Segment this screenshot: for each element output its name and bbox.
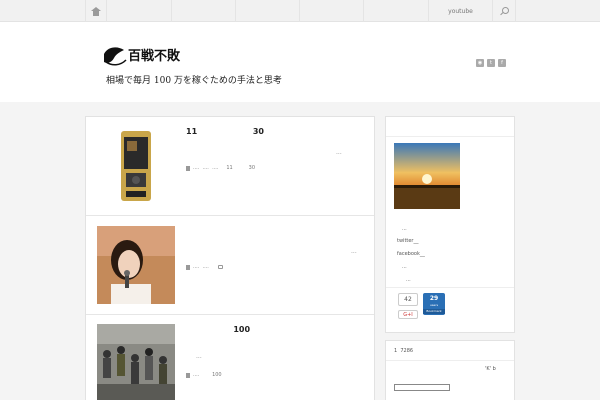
rss-icon[interactable]: ◉ [476, 59, 484, 67]
nav-item[interactable] [171, 0, 235, 22]
site-logo[interactable]: 百戦不敗 [102, 40, 192, 70]
list-item[interactable]: 100 ... .... 100 [86, 315, 374, 400]
post-meta: .... .... .... 11 30 [186, 165, 255, 171]
post-meta-text: .... .... .... 11 30 [193, 165, 255, 171]
list-item[interactable]: ... .... .... [86, 216, 374, 315]
nav-item[interactable] [299, 0, 363, 22]
logo-text: 百戦不敗 [128, 48, 181, 64]
post-title[interactable]: 100 [186, 325, 250, 334]
hatena-bookmark-button[interactable]: 29 users Bookmark [423, 293, 445, 315]
category-icon [186, 372, 190, 378]
post-meta: .... 100 [186, 372, 222, 378]
site-header: 百戦不敗 相場で毎月 100 万を稼ぐための手法と思考 ◉ t f [0, 22, 600, 102]
sidebar-text: ... [402, 264, 407, 270]
hatena-unit: users [429, 303, 439, 307]
read-more[interactable]: ... [351, 248, 357, 255]
post-thumbnail-speaker[interactable] [97, 226, 175, 304]
search-button[interactable] [492, 0, 516, 22]
hatena-count: 29 [429, 295, 439, 302]
stats-text: 1 7286 [394, 348, 414, 354]
read-more[interactable]: ... [196, 353, 202, 360]
google-plus-button[interactable]: G+I [398, 310, 418, 319]
nav-item[interactable] [235, 0, 299, 22]
read-more[interactable]: ... [336, 149, 342, 156]
category-icon [186, 165, 190, 171]
comment-icon [218, 265, 224, 269]
post-meta: .... .... [186, 264, 225, 270]
nav-item[interactable] [363, 0, 428, 22]
home-button[interactable] [85, 0, 107, 22]
twitter-link[interactable]: twitter__ [397, 238, 419, 244]
post-meta-text: .... .... [193, 264, 219, 270]
sidebar-text: ... [402, 226, 407, 232]
widget-header [386, 117, 514, 137]
hatena-label: Bookmark [423, 309, 445, 314]
list-item[interactable]: 11 30 ... .... .... .... 11 30 [86, 117, 374, 216]
post-thumbnail-crowd[interactable] [97, 324, 175, 400]
stats-text: 'K' b [485, 366, 496, 372]
post-meta-text: .... 100 [193, 372, 222, 378]
search-icon [500, 7, 509, 15]
home-icon [91, 6, 101, 16]
facebook-icon[interactable]: f [498, 59, 506, 67]
top-nav: youtube [0, 0, 600, 22]
twitter-icon[interactable]: t [487, 59, 495, 67]
post-thumbnail-walkman[interactable] [97, 127, 175, 205]
share-count: 42 [398, 293, 418, 306]
divider [386, 287, 514, 288]
sidebar-input[interactable] [394, 384, 450, 391]
nav-youtube-link[interactable]: youtube [428, 0, 492, 22]
post-list: 11 30 ... .... .... .... 11 30 ... .... … [85, 116, 375, 400]
profile-image[interactable] [394, 143, 460, 209]
sidebar-text: ... [406, 277, 411, 283]
site-tagline: 相場で毎月 100 万を稼ぐための手法と思考 [106, 76, 282, 86]
category-icon [186, 264, 190, 270]
facebook-link[interactable]: facebook__ [397, 251, 425, 257]
post-title[interactable]: 11 30 [186, 127, 264, 136]
